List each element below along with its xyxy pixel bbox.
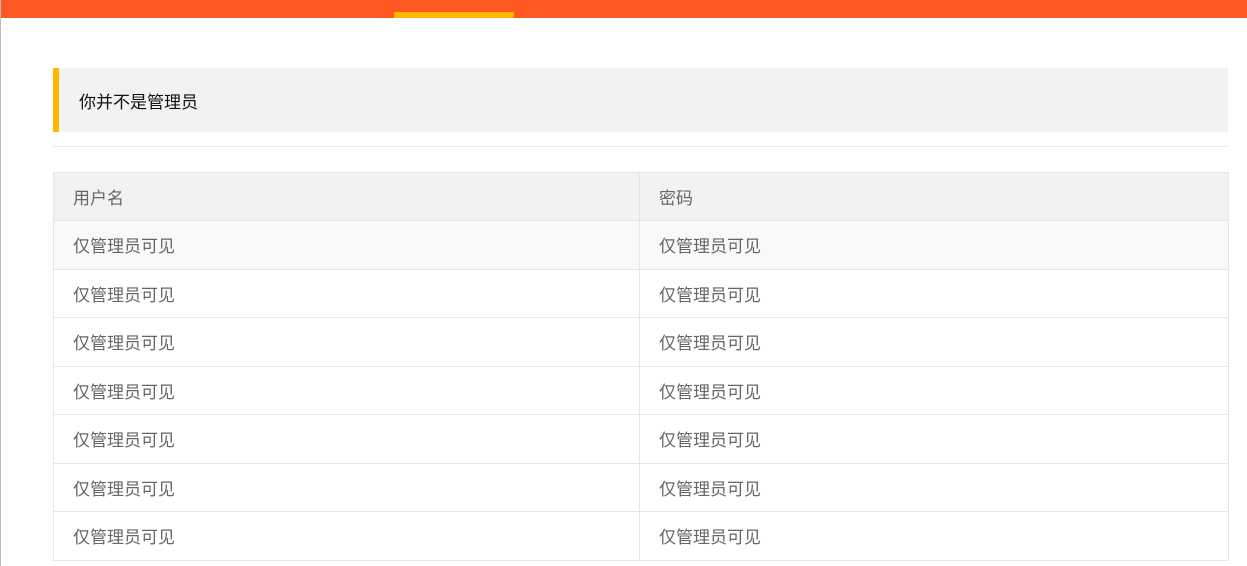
table-header-row: 用户名 密码 <box>53 172 1229 221</box>
divider <box>53 146 1228 147</box>
admin-notice: 你并不是管理员 <box>53 68 1228 132</box>
cell-password: 仅管理员可见 <box>639 317 1229 367</box>
table-row: 仅管理员可见 仅管理员可见 <box>53 414 1229 464</box>
cell-username: 仅管理员可见 <box>53 220 640 270</box>
cell-username: 仅管理员可见 <box>53 317 640 367</box>
active-tab-indicator <box>394 12 514 18</box>
admin-notice-text: 你并不是管理员 <box>79 92 198 113</box>
table-row: 仅管理员可见 仅管理员可见 <box>53 511 1229 561</box>
column-header-username: 用户名 <box>53 172 640 221</box>
cell-password: 仅管理员可见 <box>639 268 1229 318</box>
column-header-password: 密码 <box>639 172 1229 221</box>
table-row: 仅管理员可见 仅管理员可见 <box>53 317 1229 367</box>
cell-username: 仅管理员可见 <box>53 462 640 512</box>
cell-username: 仅管理员可见 <box>53 268 640 318</box>
cell-username: 仅管理员可见 <box>53 365 640 415</box>
cell-password: 仅管理员可见 <box>639 462 1229 512</box>
user-table: 用户名 密码 仅管理员可见 仅管理员可见 仅管理员可见 仅管理员可见 仅管理员可… <box>53 172 1229 561</box>
cell-password: 仅管理员可见 <box>639 220 1229 270</box>
cell-password: 仅管理员可见 <box>639 511 1229 561</box>
table-row: 仅管理员可见 仅管理员可见 <box>53 365 1229 415</box>
table-row: 仅管理员可见 仅管理员可见 <box>53 268 1229 318</box>
cell-password: 仅管理员可见 <box>639 414 1229 464</box>
cell-username: 仅管理员可见 <box>53 414 640 464</box>
cell-username: 仅管理员可见 <box>53 511 640 561</box>
table-row: 仅管理员可见 仅管理员可见 <box>53 220 1229 270</box>
table-row: 仅管理员可见 仅管理员可见 <box>53 462 1229 512</box>
cell-password: 仅管理员可见 <box>639 365 1229 415</box>
page: 你并不是管理员 用户名 密码 仅管理员可见 仅管理员可见 仅管理员可见 仅管理员… <box>0 0 1247 566</box>
top-navigation-bar <box>1 0 1247 18</box>
